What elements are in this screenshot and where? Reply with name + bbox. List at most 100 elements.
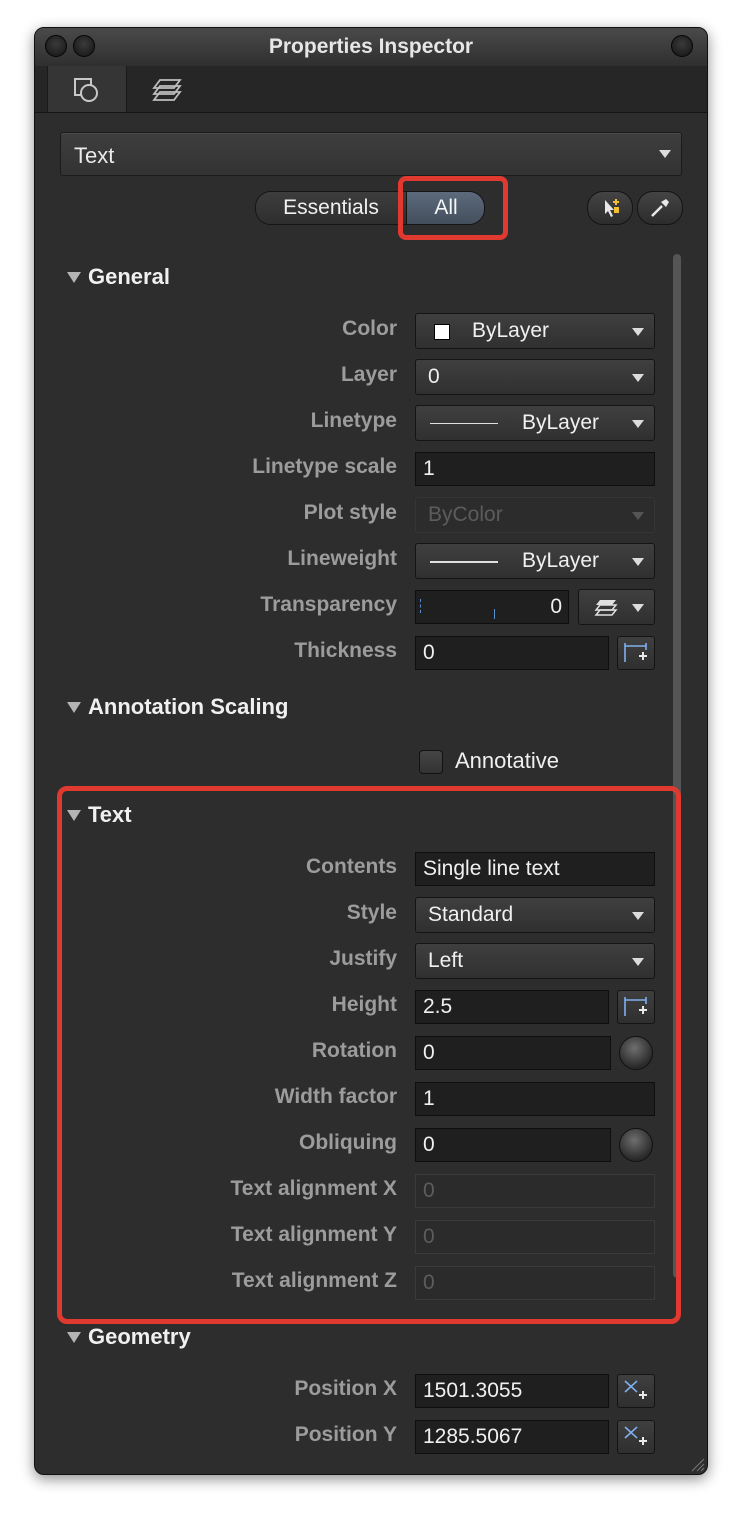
layer-value: 0 bbox=[428, 365, 440, 388]
thickness-label: Thickness bbox=[294, 639, 397, 662]
essentials-button[interactable]: Essentials bbox=[256, 192, 406, 224]
pick-point-icon bbox=[624, 1426, 647, 1445]
linetype-preview-line bbox=[430, 423, 498, 424]
tab-bar bbox=[35, 66, 707, 113]
text-alignment-x-label: Text alignment X bbox=[230, 1177, 397, 1200]
plot-style-value: ByColor bbox=[428, 503, 503, 526]
annotative-label[interactable]: Annotative bbox=[455, 748, 559, 774]
disclosure-triangle-icon[interactable] bbox=[67, 810, 81, 821]
plot-style-label: Plot style bbox=[303, 501, 397, 524]
pick-height-button[interactable] bbox=[617, 990, 655, 1024]
transparency-mode-dropdown[interactable] bbox=[578, 589, 655, 625]
color-dropdown[interactable]: ByLayer bbox=[415, 313, 655, 349]
section-annotation-scaling-title[interactable]: Annotation Scaling bbox=[88, 694, 288, 720]
linetype-label: Linetype bbox=[310, 409, 397, 432]
contents-label: Contents bbox=[306, 855, 397, 878]
disclosure-triangle-icon[interactable] bbox=[67, 1332, 81, 1343]
pick-distance-icon bbox=[624, 643, 647, 662]
quick-select-button[interactable] bbox=[587, 191, 633, 225]
position-y-input[interactable]: 1285.5067 bbox=[415, 1420, 609, 1454]
linetype-dropdown[interactable]: ByLayer bbox=[415, 405, 655, 441]
height-input[interactable]: 2.5 bbox=[415, 990, 609, 1024]
section-geometry-title[interactable]: Geometry bbox=[88, 1324, 191, 1350]
collapse-window-button[interactable] bbox=[671, 35, 693, 57]
slider-start-tick bbox=[420, 599, 422, 613]
chevron-down-icon bbox=[632, 604, 644, 612]
obliquing-label: Obliquing bbox=[299, 1131, 397, 1154]
chevron-down-icon bbox=[659, 150, 671, 158]
contents-input[interactable]: Single line text bbox=[415, 852, 655, 886]
layer-dropdown[interactable]: 0 bbox=[415, 359, 655, 395]
thickness-input[interactable]: 0 bbox=[415, 636, 609, 670]
plot-style-dropdown: ByColor bbox=[415, 497, 655, 533]
lineweight-dropdown[interactable]: ByLayer bbox=[415, 543, 655, 579]
chevron-down-icon bbox=[632, 958, 644, 966]
chevron-down-icon bbox=[632, 328, 644, 336]
chevron-down-icon bbox=[632, 558, 644, 566]
annotative-checkbox[interactable] bbox=[419, 750, 443, 774]
justify-label: Justify bbox=[329, 947, 397, 970]
quick-select-icon bbox=[605, 199, 619, 217]
resize-grip-icon[interactable] bbox=[689, 1456, 705, 1472]
style-value: Standard bbox=[428, 903, 514, 926]
linetype-scale-input[interactable]: 1 bbox=[415, 452, 655, 486]
lineweight-value: ByLayer bbox=[522, 549, 600, 572]
chevron-down-icon bbox=[632, 420, 644, 428]
layers-icon bbox=[594, 600, 618, 616]
transparency-value: 0 bbox=[550, 595, 562, 618]
text-alignment-z-label: Text alignment Z bbox=[231, 1269, 397, 1292]
section-text-title[interactable]: Text bbox=[88, 802, 132, 828]
obliquing-input[interactable]: 0 bbox=[415, 1128, 611, 1162]
eyedropper-icon bbox=[651, 199, 669, 217]
height-label: Height bbox=[331, 993, 397, 1016]
style-dropdown[interactable]: Standard bbox=[415, 897, 655, 933]
color-swatch bbox=[434, 324, 450, 340]
object-type-dropdown[interactable]: Text bbox=[60, 132, 682, 176]
disclosure-triangle-icon[interactable] bbox=[67, 702, 81, 713]
pick-distance-button[interactable] bbox=[617, 636, 655, 670]
position-x-input[interactable]: 1501.3055 bbox=[415, 1374, 609, 1408]
tab-layers[interactable] bbox=[127, 66, 205, 112]
pick-position-y-button[interactable] bbox=[617, 1420, 655, 1454]
chevron-down-icon bbox=[632, 374, 644, 382]
rotation-dial[interactable] bbox=[619, 1036, 653, 1070]
width-factor-label: Width factor bbox=[274, 1085, 397, 1108]
justify-dropdown[interactable]: Left bbox=[415, 943, 655, 979]
lineweight-preview-line bbox=[430, 561, 498, 563]
text-alignment-x-input: 0 bbox=[415, 1174, 655, 1208]
pick-distance-icon bbox=[624, 997, 647, 1016]
text-alignment-z-input: 0 bbox=[415, 1266, 655, 1300]
layer-label: Layer bbox=[340, 363, 397, 386]
linetype-value: ByLayer bbox=[522, 411, 600, 434]
style-label: Style bbox=[346, 901, 397, 924]
disclosure-triangle-icon[interactable] bbox=[67, 272, 81, 283]
rotation-label: Rotation bbox=[311, 1039, 397, 1062]
layers-icon bbox=[152, 79, 182, 101]
color-value: ByLayer bbox=[472, 319, 550, 342]
tab-properties[interactable] bbox=[47, 66, 127, 112]
title-bar[interactable]: Properties Inspector bbox=[35, 28, 707, 67]
object-type-label: Text bbox=[74, 143, 115, 168]
obliquing-dial[interactable] bbox=[619, 1128, 653, 1162]
slider-mid-tick bbox=[494, 609, 495, 619]
width-factor-input[interactable]: 1 bbox=[415, 1082, 655, 1116]
linetype-scale-label: Linetype scale bbox=[252, 455, 397, 478]
position-y-label: Position Y bbox=[294, 1423, 397, 1446]
text-alignment-y-label: Text alignment Y bbox=[230, 1223, 397, 1246]
text-alignment-y-input: 0 bbox=[415, 1220, 655, 1254]
rotation-input[interactable]: 0 bbox=[415, 1036, 611, 1070]
transparency-slider-field[interactable]: 0 bbox=[415, 590, 569, 624]
pick-position-x-button[interactable] bbox=[617, 1374, 655, 1408]
position-x-label: Position X bbox=[294, 1377, 397, 1400]
lineweight-label: Lineweight bbox=[287, 547, 397, 570]
transparency-label: Transparency bbox=[260, 593, 397, 616]
window-title: Properties Inspector bbox=[268, 35, 474, 58]
justify-value: Left bbox=[428, 949, 464, 972]
match-properties-button[interactable] bbox=[637, 191, 683, 225]
chevron-down-icon bbox=[632, 512, 644, 520]
color-label: Color bbox=[342, 317, 397, 340]
section-general-title[interactable]: General bbox=[88, 264, 170, 290]
shapes-properties-icon bbox=[74, 78, 98, 102]
properties-inspector-panel: Properties Inspector Text Essentials All bbox=[34, 27, 708, 1475]
chevron-down-icon bbox=[632, 912, 644, 920]
